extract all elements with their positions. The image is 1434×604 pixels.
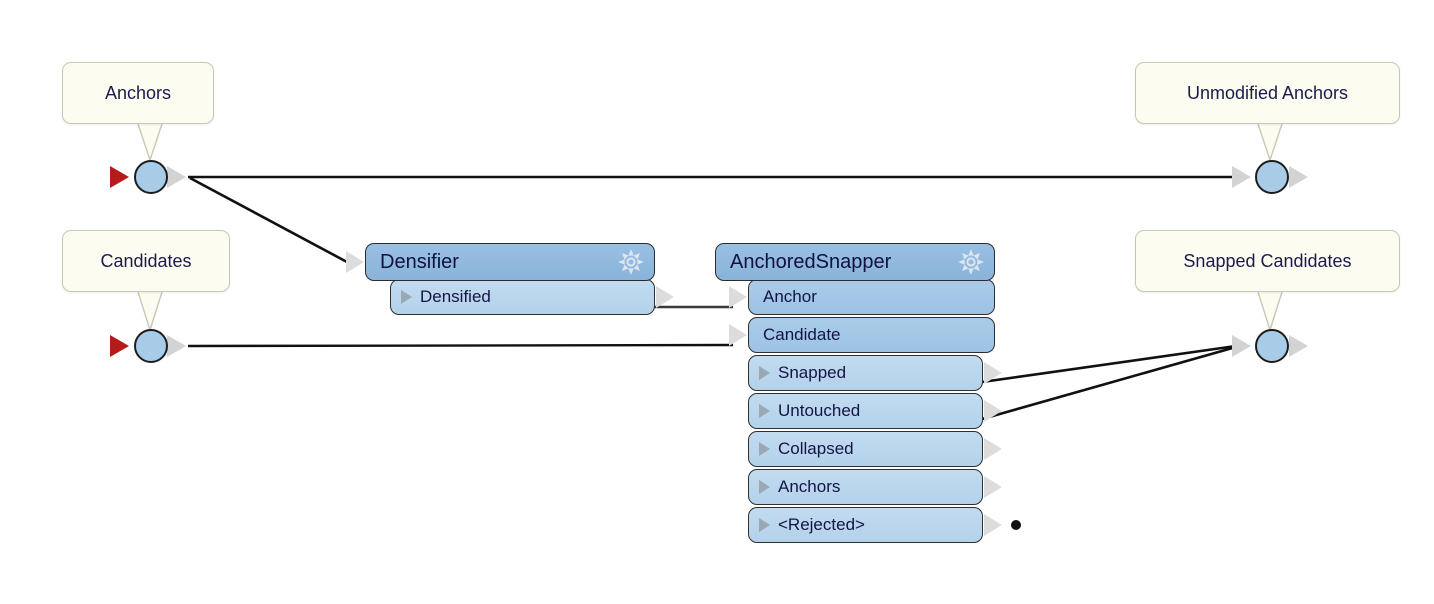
balloon-unmodified-anchors-label: Unmodified Anchors — [1186, 82, 1349, 103]
port-row-collapsed-label: Collapsed — [778, 439, 854, 458]
port-row-snapped-output-arrow[interactable] — [984, 362, 1002, 384]
wire-candidates-to-candidate — [187, 343, 734, 348]
output-arrow-unmodified-anchors[interactable] — [1289, 166, 1308, 188]
balloon-tail-anchors — [137, 123, 163, 163]
expander-icon[interactable] — [759, 480, 770, 494]
gear-icon[interactable] — [618, 249, 644, 275]
port-row-densified-output-arrow[interactable] — [656, 286, 674, 308]
required-marker-anchors — [110, 166, 129, 188]
port-row-untouched[interactable]: Untouched — [748, 393, 1002, 429]
module-anchored-snapper-header[interactable]: AnchoredSnapper — [715, 243, 995, 281]
port-row-snapped[interactable]: Snapped — [748, 355, 1002, 391]
port-node-candidates[interactable] — [134, 329, 168, 363]
port-row-candidate-input-arrow[interactable] — [729, 324, 747, 346]
terminator-dot-rejected — [1011, 520, 1021, 530]
port-row-rejected-label: <Rejected> — [778, 515, 865, 534]
input-arrow-unmodified-anchors[interactable] — [1232, 166, 1251, 188]
port-node-snapped-candidates[interactable] — [1255, 329, 1289, 363]
port-row-anchor-label: Anchor — [763, 287, 817, 306]
port-row-snapped-label: Snapped — [778, 363, 847, 382]
port-node-anchors[interactable] — [134, 160, 168, 194]
port-row-collapsed[interactable]: Collapsed — [748, 431, 1002, 467]
output-arrow-candidates[interactable] — [167, 335, 186, 357]
module-densifier-title: Densifier — [380, 250, 459, 273]
input-arrow-snapped-candidates[interactable] — [1232, 335, 1251, 357]
port-row-rejected[interactable]: <Rejected> — [748, 507, 1021, 543]
diagram-canvas: Anchors Candidates Unmodified Anchors Sn… — [0, 0, 1434, 604]
wire-untouched-to-snapped-candidates — [974, 345, 1237, 423]
port-row-anchors-output-arrow[interactable] — [984, 476, 1002, 498]
expander-icon[interactable] — [401, 290, 412, 304]
port-row-untouched-output-arrow[interactable] — [984, 400, 1002, 422]
output-arrow-snapped-candidates[interactable] — [1289, 335, 1308, 357]
port-row-densified[interactable]: Densified — [390, 279, 674, 315]
port-row-rejected-output-arrow[interactable] — [984, 514, 1002, 536]
port-row-collapsed-output-arrow[interactable] — [984, 438, 1002, 460]
module-densifier[interactable]: Densifier Densified — [346, 243, 674, 315]
balloon-unmodified-anchors[interactable]: Unmodified Anchors — [1135, 62, 1400, 124]
balloon-tail-candidates — [137, 291, 163, 333]
port-row-candidate-label: Candidate — [763, 325, 841, 344]
expander-icon[interactable] — [759, 442, 770, 456]
output-arrow-anchors[interactable] — [167, 166, 186, 188]
balloon-tail-snapped-candidates — [1257, 291, 1283, 333]
port-row-anchors-label: Anchors — [778, 477, 841, 496]
required-marker-candidates — [110, 335, 129, 357]
port-row-untouched-label: Untouched — [778, 401, 861, 420]
balloon-candidates[interactable]: Candidates — [62, 230, 230, 292]
module-anchored-snapper[interactable]: AnchoredSnapper Anchor Candidate Snapped… — [715, 243, 1021, 543]
balloon-anchors[interactable]: Anchors — [62, 62, 214, 124]
balloon-snapped-candidates-label: Snapped Candidates — [1183, 250, 1352, 271]
port-row-candidate[interactable]: Candidate — [729, 317, 995, 353]
port-node-unmodified-anchors[interactable] — [1255, 160, 1289, 194]
module-densifier-header[interactable]: Densifier — [346, 243, 655, 281]
gear-icon[interactable] — [958, 249, 984, 275]
expander-icon[interactable] — [759, 518, 770, 532]
port-row-anchors[interactable]: Anchors — [748, 469, 1002, 505]
balloon-tail-unmodified-anchors — [1257, 123, 1283, 163]
port-row-anchor-input-arrow[interactable] — [729, 286, 747, 308]
module-anchored-snapper-title: AnchoredSnapper — [730, 250, 892, 273]
expander-icon[interactable] — [759, 366, 770, 380]
port-row-anchor[interactable]: Anchor — [729, 279, 995, 315]
balloon-anchors-label: Anchors — [104, 82, 172, 103]
balloon-candidates-label: Candidates — [100, 250, 192, 271]
balloon-snapped-candidates[interactable]: Snapped Candidates — [1135, 230, 1400, 292]
wire-snapped-to-snapped-candidates — [974, 344, 1237, 385]
module-densifier-input-arrow[interactable] — [346, 251, 364, 273]
expander-icon[interactable] — [759, 404, 770, 418]
port-row-densified-label: Densified — [420, 287, 491, 306]
